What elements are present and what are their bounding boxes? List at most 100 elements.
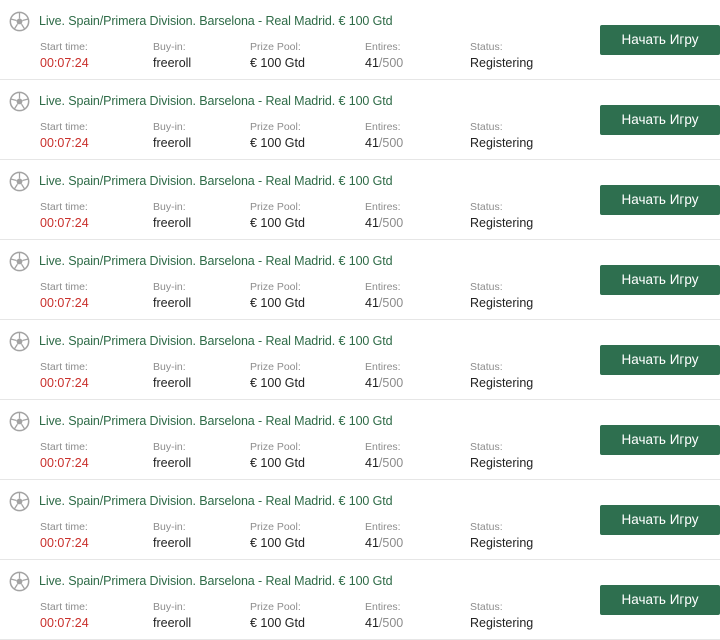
start-time-value: 00:07:24 xyxy=(40,56,89,70)
start-time-value: 00:07:24 xyxy=(40,616,89,630)
start-game-button[interactable]: Начать Игру xyxy=(600,425,720,455)
entries-current: 41 xyxy=(365,616,379,630)
buy-in-label: Buy-in: xyxy=(153,281,186,293)
start-time-value: 00:07:24 xyxy=(40,216,89,230)
prize-pool-value: € 100 Gtd xyxy=(250,376,305,390)
tournament-row: Live. Spain/Primera Division. Barselona … xyxy=(0,320,720,400)
soccer-ball-icon xyxy=(9,171,30,192)
entries-max: /500 xyxy=(378,216,404,230)
tournament-list: Live. Spain/Primera Division. Barselona … xyxy=(0,0,720,640)
entries-max: /500 xyxy=(378,616,404,630)
buy-in-value: freeroll xyxy=(153,56,192,70)
status-value: Registering xyxy=(470,136,534,150)
status-field: Status: Registering xyxy=(470,441,533,471)
status-label: Status: xyxy=(470,281,503,293)
status-value: Registering xyxy=(470,376,534,390)
buy-in-label: Buy-in: xyxy=(153,41,186,53)
status-field: Status: Registering xyxy=(470,601,533,631)
entries-field: Entires: 41/500 xyxy=(365,441,403,471)
entries-field: Entires: 41/500 xyxy=(365,521,403,551)
entries-value: 41/500 xyxy=(365,215,403,231)
status-label: Status: xyxy=(470,521,503,533)
prize-pool-value: € 100 Gtd xyxy=(250,56,305,70)
buy-in-label: Buy-in: xyxy=(153,201,186,213)
prize-pool-value: € 100 Gtd xyxy=(250,536,305,550)
status-field: Status: Registering xyxy=(470,361,533,391)
status-label: Status: xyxy=(470,601,503,613)
buy-in-value: freeroll xyxy=(153,456,192,470)
prize-pool-label: Prize Pool: xyxy=(250,121,301,133)
start-time-field: Start time: 00:07:24 xyxy=(40,201,89,231)
start-game-button[interactable]: Начать Игру xyxy=(600,345,720,375)
buy-in-field: Buy-in: freeroll xyxy=(153,201,191,231)
buy-in-value: freeroll xyxy=(153,136,192,150)
entries-value: 41/500 xyxy=(365,55,403,71)
start-time-value: 00:07:24 xyxy=(40,296,89,310)
start-time-value: 00:07:24 xyxy=(40,136,89,150)
tournament-title[interactable]: Live. Spain/Primera Division. Barselona … xyxy=(39,14,393,28)
start-time-field: Start time: 00:07:24 xyxy=(40,121,89,151)
start-time-field: Start time: 00:07:24 xyxy=(40,601,89,631)
prize-pool-field: Prize Pool: € 100 Gtd xyxy=(250,201,305,231)
entries-field: Entires: 41/500 xyxy=(365,201,403,231)
tournament-title[interactable]: Live. Spain/Primera Division. Barselona … xyxy=(39,334,393,348)
buy-in-label: Buy-in: xyxy=(153,121,186,133)
buy-in-field: Buy-in: freeroll xyxy=(153,601,191,631)
start-time-value: 00:07:24 xyxy=(40,536,89,550)
soccer-ball-icon xyxy=(9,11,30,32)
buy-in-label: Buy-in: xyxy=(153,441,186,453)
buy-in-field: Buy-in: freeroll xyxy=(153,441,191,471)
prize-pool-field: Prize Pool: € 100 Gtd xyxy=(250,521,305,551)
buy-in-label: Buy-in: xyxy=(153,601,186,613)
entries-value: 41/500 xyxy=(365,375,403,391)
buy-in-value: freeroll xyxy=(153,296,192,310)
entries-label: Entires: xyxy=(365,41,401,53)
entries-label: Entires: xyxy=(365,521,401,533)
start-game-button[interactable]: Начать Игру xyxy=(600,185,720,215)
entries-max: /500 xyxy=(378,136,404,150)
tournament-row: Live. Spain/Primera Division. Barselona … xyxy=(0,0,720,80)
tournament-row: Live. Spain/Primera Division. Barselona … xyxy=(0,240,720,320)
entries-max: /500 xyxy=(378,456,404,470)
buy-in-field: Buy-in: freeroll xyxy=(153,361,191,391)
status-field: Status: Registering xyxy=(470,41,533,71)
tournament-title[interactable]: Live. Spain/Primera Division. Barselona … xyxy=(39,494,393,508)
status-value: Registering xyxy=(470,56,534,70)
buy-in-value: freeroll xyxy=(153,216,192,230)
status-value: Registering xyxy=(470,456,534,470)
soccer-ball-icon xyxy=(9,411,30,432)
start-game-button[interactable]: Начать Игру xyxy=(600,265,720,295)
start-time-label: Start time: xyxy=(40,281,88,293)
buy-in-label: Buy-in: xyxy=(153,521,186,533)
start-time-field: Start time: 00:07:24 xyxy=(40,361,89,391)
tournament-row: Live. Spain/Primera Division. Barselona … xyxy=(0,80,720,160)
start-game-button[interactable]: Начать Игру xyxy=(600,105,720,135)
tournament-title[interactable]: Live. Spain/Primera Division. Barselona … xyxy=(39,414,393,428)
prize-pool-label: Prize Pool: xyxy=(250,281,301,293)
status-label: Status: xyxy=(470,441,503,453)
entries-current: 41 xyxy=(365,216,379,230)
prize-pool-label: Prize Pool: xyxy=(250,41,301,53)
prize-pool-field: Prize Pool: € 100 Gtd xyxy=(250,361,305,391)
start-game-button[interactable]: Начать Игру xyxy=(600,25,720,55)
entries-field: Entires: 41/500 xyxy=(365,281,403,311)
entries-label: Entires: xyxy=(365,441,401,453)
entries-current: 41 xyxy=(365,296,379,310)
buy-in-field: Buy-in: freeroll xyxy=(153,121,191,151)
start-time-field: Start time: 00:07:24 xyxy=(40,441,89,471)
prize-pool-value: € 100 Gtd xyxy=(250,616,305,630)
tournament-title[interactable]: Live. Spain/Primera Division. Barselona … xyxy=(39,94,393,108)
tournament-title[interactable]: Live. Spain/Primera Division. Barselona … xyxy=(39,254,393,268)
start-game-button[interactable]: Начать Игру xyxy=(600,505,720,535)
start-game-button[interactable]: Начать Игру xyxy=(600,585,720,615)
buy-in-field: Buy-in: freeroll xyxy=(153,41,191,71)
status-field: Status: Registering xyxy=(470,281,533,311)
soccer-ball-icon xyxy=(9,91,30,112)
entries-max: /500 xyxy=(378,376,404,390)
tournament-title[interactable]: Live. Spain/Primera Division. Barselona … xyxy=(39,574,393,588)
prize-pool-label: Prize Pool: xyxy=(250,521,301,533)
tournament-title[interactable]: Live. Spain/Primera Division. Barselona … xyxy=(39,174,393,188)
status-value: Registering xyxy=(470,536,534,550)
status-label: Status: xyxy=(470,361,503,373)
status-label: Status: xyxy=(470,41,503,53)
